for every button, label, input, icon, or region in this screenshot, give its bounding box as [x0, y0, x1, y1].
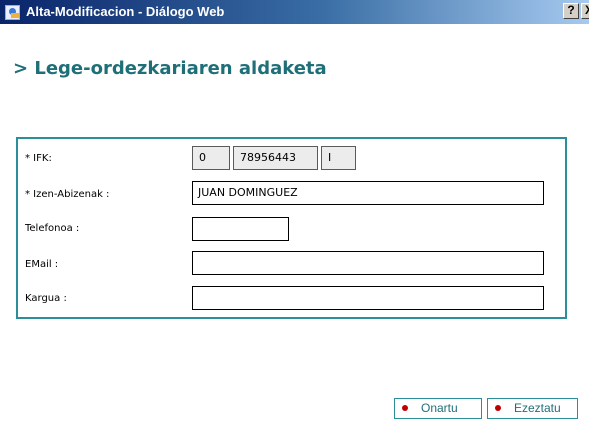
- accept-button[interactable]: Onartu: [394, 398, 482, 419]
- close-button[interactable]: X: [581, 3, 589, 19]
- window-title: Alta-Modificacion - Diálogo Web: [26, 4, 225, 19]
- bullet-icon: [402, 405, 408, 411]
- position-label: Kargua :: [25, 293, 67, 304]
- browser-window-icon: [5, 5, 20, 20]
- bullet-icon: [495, 405, 501, 411]
- ifk-number-field[interactable]: 78956443: [233, 146, 318, 170]
- cancel-button-label: Ezeztatu: [514, 401, 561, 415]
- page-title: > Lege-ordezkariaren aldaketa: [13, 58, 327, 79]
- cancel-button[interactable]: Ezeztatu: [487, 398, 578, 419]
- phone-label: Telefonoa :: [25, 223, 80, 234]
- position-field[interactable]: [192, 286, 544, 310]
- ifk-type-field[interactable]: 0: [192, 146, 230, 170]
- title-bar[interactable]: Alta-Modificacion - Diálogo Web ? X: [0, 0, 589, 24]
- email-label: EMail :: [25, 259, 59, 270]
- ifk-label: * IFK:: [25, 153, 52, 164]
- accept-button-label: Onartu: [421, 401, 458, 415]
- name-label: * Izen-Abizenak :: [25, 189, 110, 200]
- ifk-check-letter-field[interactable]: I: [321, 146, 356, 170]
- help-button[interactable]: ?: [563, 3, 579, 19]
- email-field[interactable]: [192, 251, 544, 275]
- name-field[interactable]: JUAN DOMINGUEZ: [192, 181, 544, 205]
- phone-field[interactable]: [192, 217, 289, 241]
